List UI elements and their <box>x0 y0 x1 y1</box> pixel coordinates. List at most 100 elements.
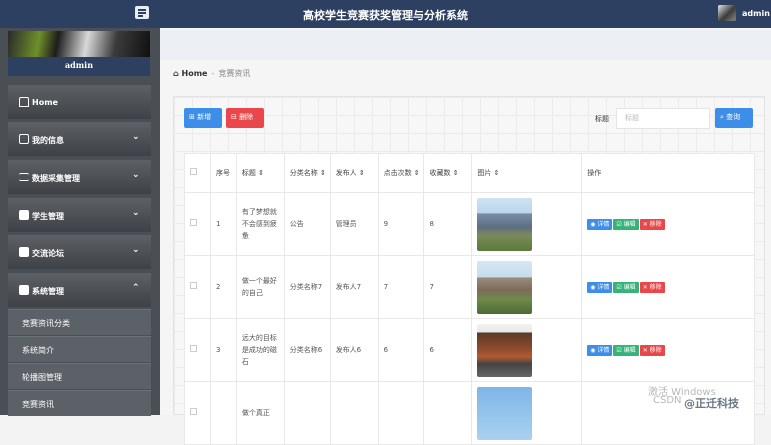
news-image <box>477 323 533 377</box>
csdn-watermark: CSDN <box>653 395 682 406</box>
sidebar-item-label: 系统管理 <box>32 287 64 296</box>
cell-category <box>283 381 331 445</box>
row-checkbox[interactable] <box>190 345 197 352</box>
sidebar-item-label: 数据采集管理 <box>32 174 80 183</box>
cell-index: 3 <box>209 318 237 382</box>
cell-category: 公告 <box>283 192 331 256</box>
cell-favorites: 6 <box>423 318 473 382</box>
cell-clicks <box>377 381 425 445</box>
detail-button[interactable]: ◉ 详情 <box>587 219 613 230</box>
settings-icon <box>19 285 29 295</box>
home-icon <box>19 97 29 107</box>
table-header-row: 序号 标题 ⇕ 分类名称 ⇕ 发布人 ⇕ 点击次数 ⇕ 收藏数 ⇕ 图片 ⇕ 操… <box>184 153 755 193</box>
sliders-icon <box>19 173 29 181</box>
cell-favorites: 7 <box>423 255 473 319</box>
sidebar-subitem-label: 竞赛资讯 <box>22 400 54 409</box>
sidebar-item-label: Home <box>32 98 58 107</box>
chevron-up-icon: ⌃ <box>132 283 140 293</box>
brand-watermark: @正迁科技 <box>684 397 739 410</box>
sidebar-item-home[interactable]: Home <box>8 85 151 119</box>
sidebar-admin-label: admin <box>8 57 150 76</box>
grid-icon <box>19 210 29 220</box>
news-image <box>477 386 533 440</box>
sidebar-subitem-news-category[interactable]: 竞赛资讯分类 <box>8 309 151 335</box>
edit-button[interactable]: ☑ 编辑 <box>613 219 639 230</box>
clipboard-icon <box>19 247 29 257</box>
sidebar: admin Home 我的信息 ⌄ 数据采集管理 ⌄ 学生管理 ⌄ 交流论坛 ⌄… <box>0 28 160 416</box>
sidebar-subitem-label: 轮播图管理 <box>22 373 62 382</box>
select-all-checkbox[interactable] <box>190 168 197 175</box>
table-row: 3 远大的目标是成功的磁石 分类名称6 发布人6 6 6 ◉ 详情 ☑ 编辑 ✕ 移… <box>184 318 755 382</box>
sidebar-subitem-carousel[interactable]: 轮播图管理 <box>8 363 151 389</box>
top-strip <box>160 30 771 60</box>
chevron-down-icon: ⌄ <box>132 208 140 218</box>
chevron-down-icon: ⌄ <box>132 132 140 142</box>
sidebar-subitem-news[interactable]: 竞赛资讯 <box>8 390 151 416</box>
sidebar-item-label: 学生管理 <box>32 212 64 221</box>
cell-publisher: 管理员 <box>329 192 379 256</box>
search-input[interactable]: 标题 <box>616 108 710 129</box>
search-button[interactable]: ⌕ 查询 <box>715 108 753 128</box>
sidebar-subitem-label: 竞赛资讯分类 <box>22 319 70 328</box>
col-actions: 操作 <box>581 153 755 193</box>
card-icon <box>19 134 29 144</box>
cell-category: 分类名称7 <box>283 255 331 319</box>
remove-button[interactable]: ✕ 移除 <box>639 282 665 293</box>
cell-index: 1 <box>209 192 237 256</box>
cell-index <box>209 381 237 445</box>
detail-button[interactable]: ◉ 详情 <box>587 282 613 293</box>
chevron-down-icon: ⌄ <box>132 170 140 180</box>
cell-title: 做一个最好的自己 <box>235 255 285 319</box>
cell-clicks: 9 <box>377 192 425 256</box>
cell-publisher <box>329 381 379 445</box>
col-image[interactable]: 图片 ⇕ <box>471 153 583 193</box>
remove-button[interactable]: ✕ 移除 <box>639 345 665 356</box>
row-checkbox[interactable] <box>190 219 197 226</box>
detail-button[interactable]: ◉ 详情 <box>587 345 613 356</box>
delete-button[interactable]: ⊟ 删除 <box>226 108 264 128</box>
cell-title: 远大的目标是成功的磁石 <box>235 318 285 382</box>
search-label: 标题 <box>595 115 609 123</box>
user-name[interactable]: admin <box>742 9 770 18</box>
row-checkbox[interactable] <box>190 282 197 289</box>
sidebar-item-my-info[interactable]: 我的信息 ⌄ <box>8 122 151 156</box>
cell-title: 做个真正 <box>235 381 285 445</box>
sidebar-item-forum[interactable]: 交流论坛 ⌄ <box>8 235 151 269</box>
col-index: 序号 <box>209 153 237 193</box>
table-row: 1 有了梦想就不会感到疲惫 公告 管理员 9 8 ◉ 详情 ☑ 编辑 ✕ 移除 <box>184 192 755 256</box>
content-panel: ⊞ 新增 ⊟ 删除 标题 标题 ⌕ 查询 序号 标题 ⇕ 分类名称 ⇕ 发布人 … <box>173 96 765 445</box>
col-title[interactable]: 标题 ⇕ <box>235 153 285 193</box>
sidebar-item-label: 我的信息 <box>32 136 64 145</box>
sidebar-subitem-label: 系统简介 <box>22 346 54 355</box>
top-bar: 高校学生竞赛获奖管理与分析系统 admin <box>0 0 771 28</box>
table-row: 2 做一个最好的自己 分类名称7 发布人7 7 7 ◉ 详情 ☑ 编辑 ✕ 移除 <box>184 255 755 319</box>
news-image <box>477 260 533 314</box>
avatar[interactable] <box>718 5 736 21</box>
app-title: 高校学生竞赛获奖管理与分析系统 <box>303 9 468 22</box>
sidebar-subitem-system-intro[interactable]: 系统简介 <box>8 336 151 362</box>
col-favorites[interactable]: 收藏数 ⇕ <box>423 153 473 193</box>
sidebar-banner-image <box>8 31 150 57</box>
sidebar-item-students[interactable]: 学生管理 ⌄ <box>8 198 151 232</box>
chevron-down-icon: ⌄ <box>132 245 140 255</box>
row-checkbox[interactable] <box>190 408 197 415</box>
sidebar-item-data-collection[interactable]: 数据采集管理 ⌄ <box>8 160 151 194</box>
remove-button[interactable]: ✕ 移除 <box>639 219 665 230</box>
sidebar-item-system[interactable]: 系统管理 ⌃ <box>8 273 151 307</box>
breadcrumb-home[interactable]: ⌂ Home <box>173 69 207 78</box>
cell-index: 2 <box>209 255 237 319</box>
breadcrumb: ⌂ Home - 竞赛资讯 <box>173 69 251 78</box>
news-image <box>477 197 533 251</box>
add-button[interactable]: ⊞ 新增 <box>184 108 222 128</box>
sidebar-item-label: 交流论坛 <box>32 249 64 258</box>
col-publisher[interactable]: 发布人 ⇕ <box>329 153 379 193</box>
col-category[interactable]: 分类名称 ⇕ <box>283 153 331 193</box>
cell-clicks: 6 <box>377 318 425 382</box>
cell-category: 分类名称6 <box>283 318 331 382</box>
main-content: ⌂ Home - 竞赛资讯 ⊞ 新增 ⊟ 删除 标题 标题 ⌕ 查询 序号 标题 ⇕… <box>160 28 771 445</box>
edit-button[interactable]: ☑ 编辑 <box>613 345 639 356</box>
edit-button[interactable]: ☑ 编辑 <box>613 282 639 293</box>
cell-title: 有了梦想就不会感到疲惫 <box>235 192 285 256</box>
col-clicks[interactable]: 点击次数 ⇕ <box>377 153 425 193</box>
cell-clicks: 7 <box>377 255 425 319</box>
